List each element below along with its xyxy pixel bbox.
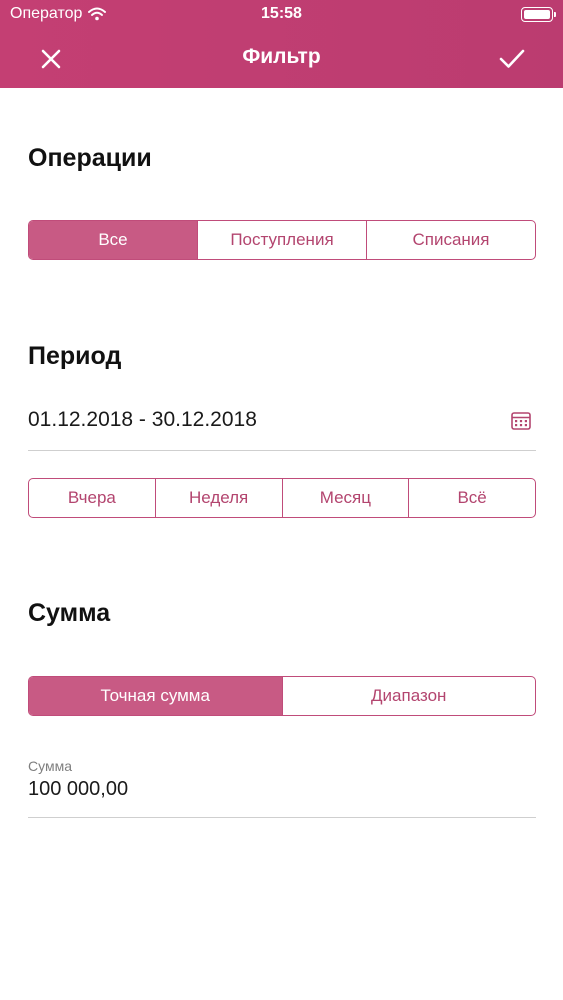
period-preset-month[interactable]: Месяц — [281, 479, 409, 517]
period-preset-week[interactable]: Неделя — [154, 479, 282, 517]
period-title: Период — [28, 342, 122, 370]
status-bar: Оператор 15:58 — [0, 0, 563, 30]
amount-field: Сумма — [28, 752, 536, 818]
period-value: 01.12.2018 - 30.12.2018 — [28, 408, 257, 431]
amount-title: Сумма — [28, 599, 111, 627]
period-preset-yesterday[interactable]: Вчера — [29, 479, 155, 517]
navigation-bar: Фильтр — [0, 30, 563, 88]
period-field[interactable]: 01.12.2018 - 30.12.2018 — [28, 396, 536, 451]
operations-option-income[interactable]: Поступления — [197, 221, 366, 259]
period-presets-segmented-control: Вчера Неделя Месяц Всё — [28, 478, 536, 518]
operations-title: Операции — [28, 144, 152, 172]
period-preset-all[interactable]: Всё — [408, 479, 535, 517]
top-bar: Оператор 15:58 Фильтр — [0, 0, 563, 88]
operations-option-all[interactable]: Все — [29, 221, 197, 259]
page-title: Фильтр — [242, 45, 321, 68]
amount-input[interactable] — [28, 778, 536, 801]
amount-mode-range[interactable]: Диапазон — [281, 677, 536, 715]
operations-segmented-control: Все Поступления Списания — [28, 220, 536, 260]
amount-mode-exact[interactable]: Точная сумма — [29, 677, 282, 715]
operations-option-expense[interactable]: Списания — [366, 221, 535, 259]
calendar-icon — [511, 412, 531, 430]
calendar-button[interactable] — [510, 410, 532, 432]
apply-button[interactable] — [495, 42, 529, 76]
battery-icon — [521, 7, 556, 22]
status-time: 15:58 — [261, 5, 302, 22]
checkmark-icon — [499, 49, 525, 68]
amount-mode-segmented-control: Точная сумма Диапазон — [28, 676, 536, 716]
amount-field-label: Сумма — [28, 758, 72, 774]
